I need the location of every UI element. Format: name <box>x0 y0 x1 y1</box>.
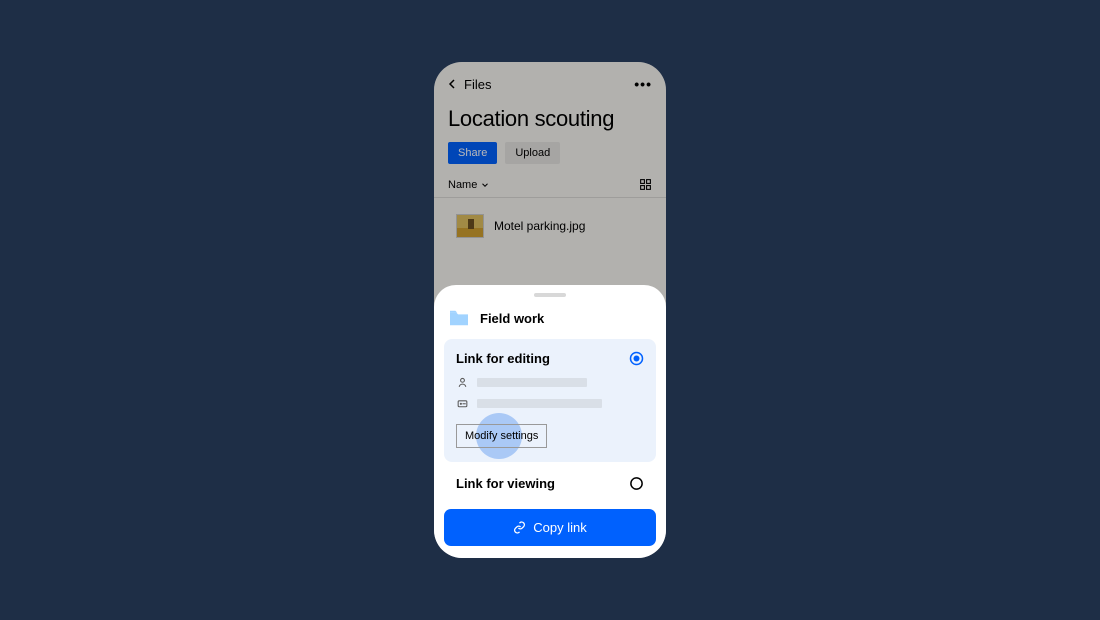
more-options-icon[interactable]: ••• <box>634 76 652 92</box>
password-icon <box>456 397 469 410</box>
people-icon <box>456 376 469 389</box>
share-bottom-sheet: Field work Link for editing <box>434 285 666 558</box>
chevron-down-icon <box>480 180 490 190</box>
file-row[interactable]: Motel parking.jpg <box>434 198 666 238</box>
radio-selected-icon[interactable] <box>629 351 644 366</box>
modify-settings-button[interactable]: Modify settings <box>456 424 547 448</box>
sheet-folder-header: Field work <box>444 307 656 339</box>
link-viewing-label: Link for viewing <box>456 476 555 491</box>
link-icon <box>513 521 526 534</box>
sort-toggle[interactable]: Name <box>448 179 490 191</box>
app-header: Files ••• <box>434 62 666 100</box>
folder-icon <box>448 309 470 327</box>
permission-row-password <box>456 397 644 410</box>
action-button-row: Share Upload <box>434 142 666 174</box>
copy-link-button[interactable]: Copy link <box>444 509 656 546</box>
page-title: Location scouting <box>434 100 666 142</box>
placeholder-bar <box>477 399 602 408</box>
sheet-grabber[interactable] <box>534 293 566 297</box>
copy-link-label: Copy link <box>533 520 586 535</box>
back-label: Files <box>464 77 491 92</box>
link-editing-label: Link for editing <box>456 351 550 366</box>
share-button[interactable]: Share <box>448 142 497 164</box>
sort-label: Name <box>448 179 477 191</box>
phone-mockup: Files ••• Location scouting Share Upload… <box>434 62 666 558</box>
placeholder-bar <box>477 378 587 387</box>
link-editing-option[interactable]: Link for editing Modify s <box>444 339 656 462</box>
sheet-folder-name: Field work <box>480 311 544 326</box>
list-header: Name <box>434 174 666 198</box>
grid-view-icon[interactable] <box>639 178 652 191</box>
link-viewing-option[interactable]: Link for viewing <box>444 470 656 503</box>
upload-button[interactable]: Upload <box>505 142 560 164</box>
chevron-left-icon <box>444 76 460 92</box>
permission-row-users <box>456 376 644 389</box>
file-name: Motel parking.jpg <box>494 219 585 233</box>
radio-unselected-icon[interactable] <box>629 476 644 491</box>
back-button[interactable]: Files <box>444 76 491 92</box>
file-thumbnail <box>456 214 484 238</box>
